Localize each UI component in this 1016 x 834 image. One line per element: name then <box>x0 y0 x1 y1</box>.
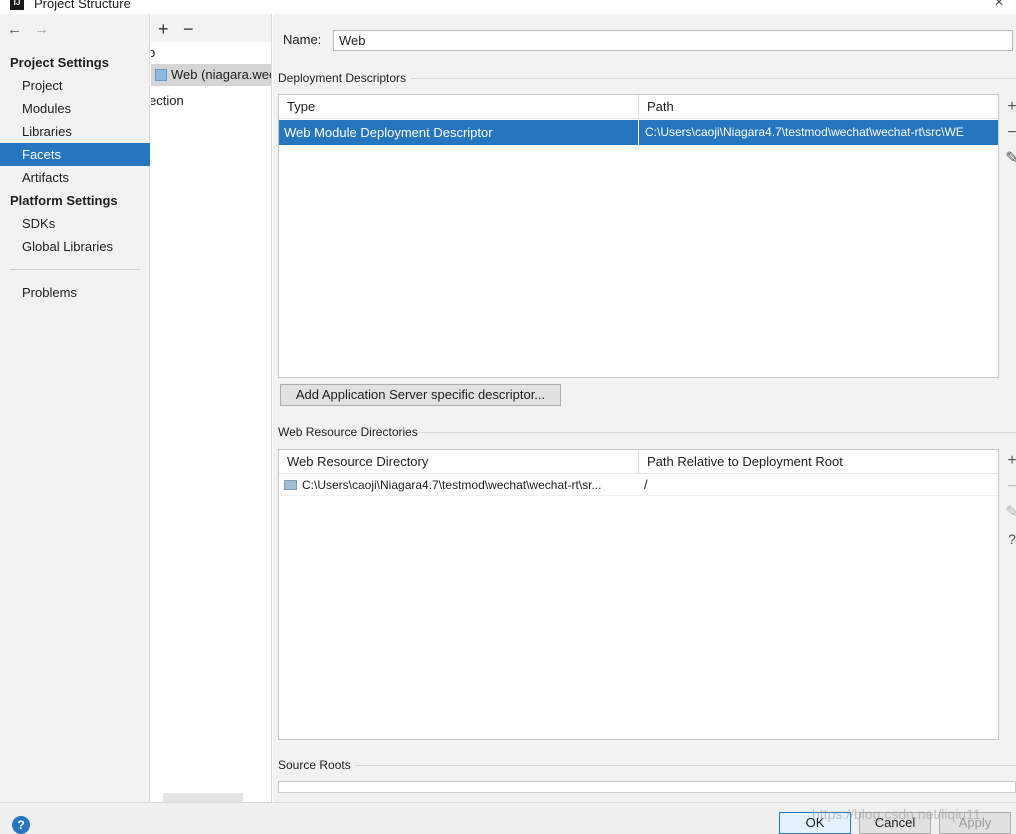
sidebar: ← → Project Settings Project Modules Lib… <box>0 14 150 802</box>
watermark-text: https://blog.csdn.net/liqiu11 <box>812 806 981 822</box>
add-resource-icon[interactable]: + <box>1003 452 1016 470</box>
sidebar-divider <box>10 269 140 270</box>
sidebar-item-libraries[interactable]: Libraries <box>0 120 150 143</box>
remove-resource-icon[interactable]: − <box>1003 478 1016 496</box>
help-icon[interactable]: ? <box>12 816 30 834</box>
tree-item-web-facet[interactable]: Web (niagara.wec <box>151 64 272 86</box>
group-divider <box>418 432 1016 433</box>
resource-dir-path: C:\Users\caoji\Niagara4.7\testmod\wechat… <box>302 478 602 492</box>
back-arrow-icon[interactable]: ← <box>7 21 22 38</box>
edit-resource-icon[interactable]: ✎ <box>1003 504 1016 522</box>
column-header-relative-path[interactable]: Path Relative to Deployment Root <box>639 450 998 474</box>
table-row[interactable]: C:\Users\caoji\Niagara4.7\testmod\wechat… <box>279 474 998 496</box>
add-descriptor-icon[interactable]: + <box>1003 98 1016 116</box>
title-bar <box>0 0 1016 14</box>
relative-path-cell: / <box>644 477 648 492</box>
deployment-descriptors-title: Deployment Descriptors <box>278 71 407 85</box>
web-resource-directories-title: Web Resource Directories <box>278 425 418 439</box>
add-app-server-descriptor-button[interactable]: Add Application Server specific descript… <box>280 384 561 406</box>
resource-dir-cell: C:\Users\caoji\Niagara4.7\testmod\wechat… <box>279 474 638 495</box>
sidebar-item-project[interactable]: Project <box>0 74 150 97</box>
name-label: Name: <box>283 32 322 47</box>
remove-facet-button[interactable]: − <box>183 19 194 39</box>
group-divider <box>411 78 1016 79</box>
name-input[interactable] <box>333 30 1013 51</box>
add-facet-button[interactable]: + <box>158 19 169 39</box>
sidebar-item-modules[interactable]: Modules <box>0 97 150 120</box>
descriptor-type-cell: Web Module Deployment Descriptor <box>284 125 493 140</box>
sidebar-item-artifacts[interactable]: Artifacts <box>0 166 150 189</box>
horizontal-scrollbar[interactable] <box>163 793 243 802</box>
web-resource-directories-table[interactable]: Web Resource Directory Path Relative to … <box>278 449 999 740</box>
sidebar-item-global-libraries[interactable]: Global Libraries <box>0 235 150 258</box>
tree-toolbar: + − <box>151 14 271 42</box>
facet-settings-panel: Name: Deployment Descriptors Type Path W… <box>273 14 1016 802</box>
source-roots-list[interactable] <box>278 781 1016 793</box>
column-header-type[interactable]: Type <box>279 95 638 119</box>
tree-item[interactable]: b <box>151 42 155 64</box>
help-question-icon[interactable]: ? <box>1003 530 1016 548</box>
table-row[interactable]: Web Module Deployment Descriptor C:\User… <box>279 120 998 145</box>
sidebar-item-problems[interactable]: Problems <box>0 281 150 304</box>
folder-icon <box>284 480 297 490</box>
facets-tree-panel: + − b Web (niagara.wec ection <box>151 14 272 802</box>
deployment-descriptors-table[interactable]: Type Path Web Module Deployment Descript… <box>278 94 999 378</box>
cell-divider <box>638 120 639 145</box>
section-platform-settings: Platform Settings <box>10 193 118 208</box>
tree-item-label: Web (niagara.wec <box>171 67 272 82</box>
sidebar-item-sdks[interactable]: SDKs <box>0 212 150 235</box>
forward-arrow-icon[interactable]: → <box>34 21 49 38</box>
source-roots-title: Source Roots <box>278 758 351 772</box>
window-title: Project Structure <box>34 0 131 11</box>
close-icon[interactable]: × <box>990 0 1008 12</box>
tree-item[interactable]: ection <box>151 90 184 112</box>
descriptor-path-cell: C:\Users\caoji\Niagara4.7\testmod\wechat… <box>645 125 964 139</box>
web-facet-icon <box>155 69 167 81</box>
intellij-logo-icon: IJ <box>10 0 24 10</box>
remove-descriptor-icon[interactable]: − <box>1003 124 1016 142</box>
sidebar-item-facets[interactable]: Facets <box>0 143 150 166</box>
group-divider <box>355 765 1016 766</box>
column-header-directory[interactable]: Web Resource Directory <box>279 450 638 474</box>
edit-descriptor-icon[interactable]: ✎ <box>1003 150 1016 168</box>
section-project-settings: Project Settings <box>10 55 109 70</box>
column-header-path[interactable]: Path <box>639 95 998 119</box>
